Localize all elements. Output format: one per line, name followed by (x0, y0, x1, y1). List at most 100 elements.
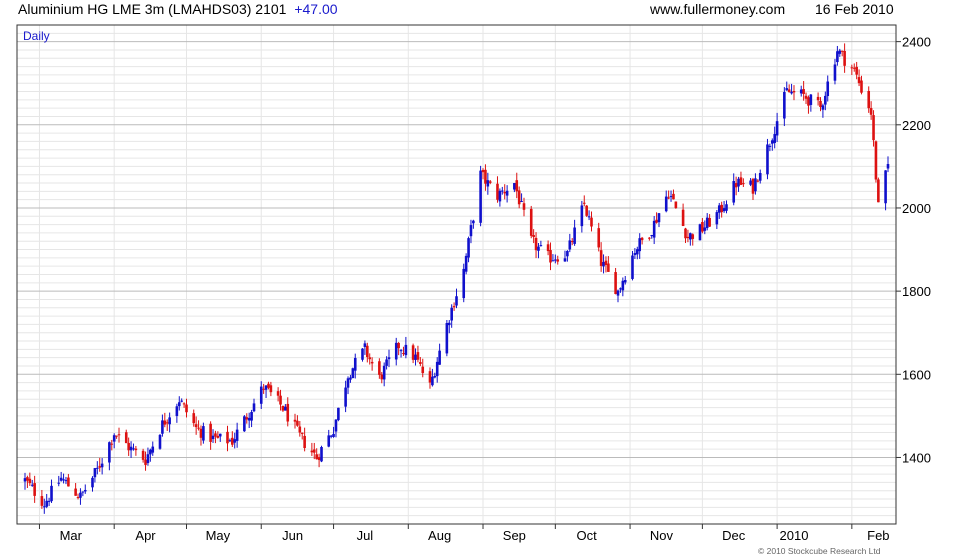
candle-body (300, 432, 304, 434)
candle (520, 193, 523, 203)
candle-body (279, 395, 282, 405)
candle-body (568, 240, 572, 250)
candle-body (539, 245, 543, 247)
candle-body (742, 183, 745, 185)
candle-body (604, 260, 608, 266)
candle-body (192, 413, 196, 424)
candle (141, 448, 145, 463)
candle-body (146, 454, 150, 464)
candle (296, 415, 299, 427)
candle-body (337, 407, 340, 421)
candle (464, 253, 468, 275)
candle (228, 438, 232, 443)
candle-body (884, 170, 887, 204)
candle-body (874, 141, 878, 180)
candle (566, 250, 569, 262)
candle-body (243, 416, 246, 432)
candle-body (438, 350, 441, 365)
candle (209, 421, 212, 450)
candle (235, 422, 239, 448)
candle-body (877, 179, 880, 203)
candle (787, 84, 791, 93)
candle-body (513, 183, 516, 190)
candle-body (185, 404, 188, 413)
x-tick-label: Mar (60, 528, 83, 543)
candle-body (517, 190, 521, 205)
candle-body (869, 108, 873, 115)
candle (619, 287, 622, 293)
candle (399, 348, 403, 358)
candle (315, 448, 318, 460)
candle-body (462, 268, 466, 299)
y-tick-label: 1800 (902, 284, 931, 299)
candle-body (725, 204, 728, 211)
candle (259, 381, 263, 409)
candle (370, 357, 374, 371)
candle (317, 453, 321, 468)
candle (650, 234, 654, 239)
candle-body (404, 344, 408, 356)
candle-body (703, 227, 707, 231)
candle (419, 357, 422, 367)
candle-body (214, 433, 217, 437)
candle-body (33, 483, 36, 496)
candle-body (672, 193, 675, 200)
candle-body (129, 446, 133, 451)
candle-body (783, 92, 786, 119)
candle (467, 236, 470, 263)
candle (681, 203, 685, 227)
candle-body (452, 306, 456, 308)
candle-body (197, 427, 200, 429)
candle-body (481, 169, 485, 173)
candle-body (387, 357, 391, 360)
candle (380, 371, 384, 384)
candle-body (402, 353, 405, 355)
candle (580, 200, 584, 233)
candle-body (96, 467, 99, 469)
candle-body (732, 181, 736, 203)
candle (597, 222, 601, 252)
candle-body (40, 496, 44, 506)
candle-body (838, 50, 842, 54)
candle-body (722, 208, 726, 212)
candle (129, 441, 133, 458)
candle-body (168, 417, 171, 425)
candle-body (467, 238, 470, 258)
candle (23, 472, 27, 490)
candle (513, 182, 516, 193)
candle-body (416, 352, 420, 360)
candle-body (737, 178, 740, 187)
candle (790, 83, 793, 95)
candle-body (554, 259, 557, 261)
candle (151, 441, 155, 456)
candle-body (455, 296, 458, 306)
candle (877, 177, 880, 203)
candle-body (857, 77, 861, 84)
candle-body (570, 241, 574, 243)
candle (127, 437, 130, 456)
candle (303, 427, 306, 452)
candle (112, 433, 116, 449)
candle-body (756, 180, 760, 182)
copyright-notice: © 2010 Stockcube Research Ltd (758, 546, 881, 556)
candle (821, 103, 825, 118)
candle-body (534, 237, 538, 251)
candle-body (751, 178, 755, 194)
candle (252, 398, 256, 413)
candle (826, 75, 830, 102)
candle (749, 178, 752, 187)
candle-body (720, 204, 723, 213)
candle (149, 448, 152, 462)
candle (337, 407, 340, 422)
candle-body (631, 255, 634, 279)
candle-body (79, 492, 82, 498)
candle (501, 186, 504, 195)
candle (177, 396, 181, 411)
candle-body (62, 479, 65, 481)
x-tick-label: Oct (577, 528, 598, 543)
candles (23, 43, 890, 514)
candle (568, 233, 572, 253)
candle (281, 405, 285, 412)
candle (300, 432, 304, 440)
candle-body (247, 417, 251, 421)
